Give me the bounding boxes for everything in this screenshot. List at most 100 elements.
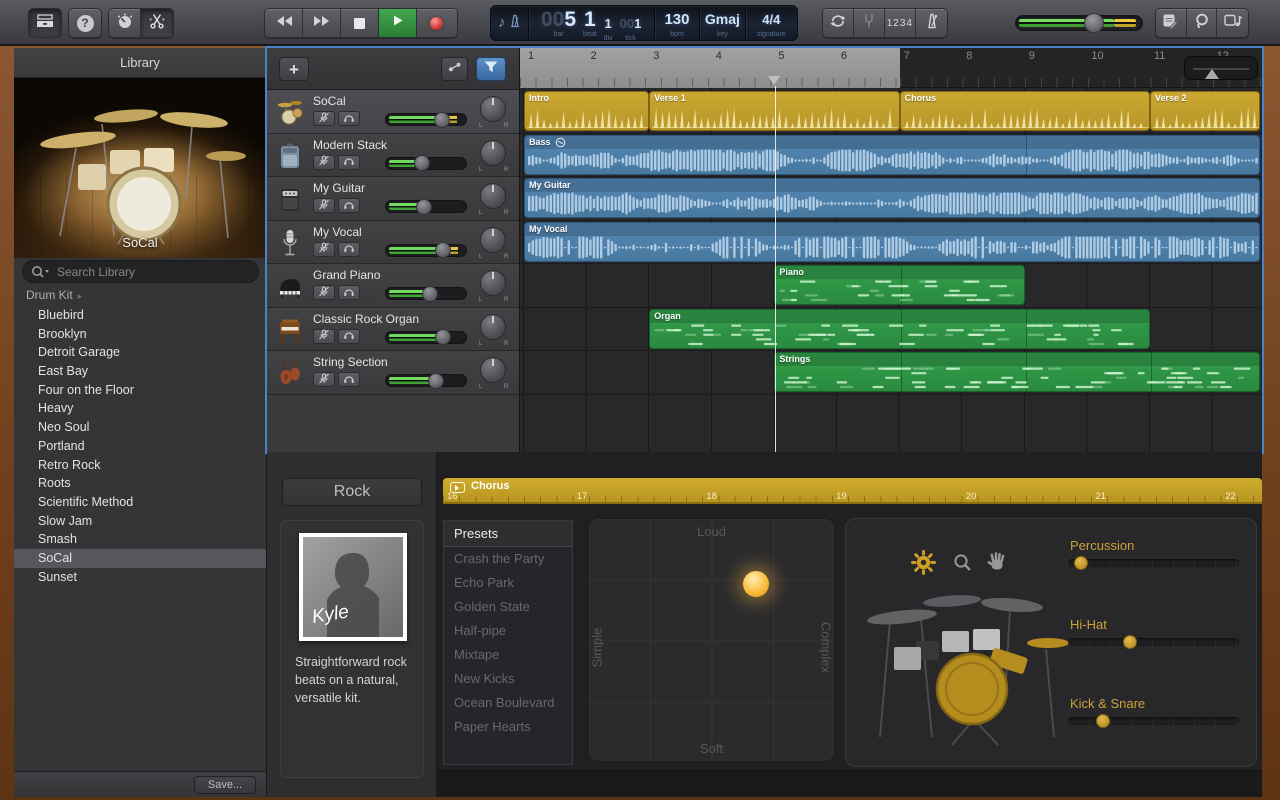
smart-controls-button[interactable]	[109, 9, 141, 37]
preset-item[interactable]: Mixtape	[444, 643, 572, 667]
region-my-vocal[interactable]: My Vocal	[524, 222, 1260, 262]
kit-slider[interactable]	[1068, 559, 1239, 567]
volume-knob[interactable]	[1084, 13, 1104, 33]
track-header-row[interactable]: SoCalLR	[267, 90, 519, 134]
solo-button[interactable]	[338, 242, 360, 257]
region-chorus[interactable]: Chorus	[900, 91, 1150, 131]
search-input[interactable]	[22, 260, 259, 283]
pan-knob[interactable]	[480, 140, 506, 166]
library-item[interactable]: Scientific Method	[14, 493, 266, 512]
time-ruler[interactable]: 123456789101112	[520, 48, 1262, 88]
pan-knob[interactable]	[480, 183, 506, 209]
preset-item[interactable]: Half-pipe	[444, 619, 572, 643]
drummer-card[interactable]: Kyle Straightforward rock beats on a nat…	[280, 520, 424, 778]
preset-item[interactable]: Crash the Party	[444, 547, 572, 571]
xy-puck[interactable]	[743, 571, 769, 597]
library-category[interactable]: Drum Kit▸	[26, 288, 82, 302]
library-item[interactable]: Retro Rock	[14, 456, 266, 475]
track-volume-slider[interactable]	[385, 374, 467, 387]
solo-button[interactable]	[338, 111, 360, 126]
region-my-guitar[interactable]: My Guitar	[524, 178, 1260, 218]
master-volume-slider[interactable]	[1015, 15, 1143, 31]
pan-knob[interactable]	[480, 227, 506, 253]
kit-slider-thumb[interactable]	[1123, 635, 1137, 649]
kit-slider[interactable]	[1068, 717, 1239, 725]
volume-slider-knob[interactable]	[435, 242, 451, 258]
volume-slider-knob[interactable]	[414, 155, 430, 171]
solo-button[interactable]	[338, 198, 360, 213]
stop-button[interactable]	[341, 9, 379, 37]
solo-button[interactable]	[338, 155, 360, 170]
forward-button[interactable]	[303, 9, 341, 37]
metronome-button[interactable]	[916, 9, 947, 37]
editors-button[interactable]	[141, 9, 173, 37]
track-header-row[interactable]: String SectionLR	[267, 351, 519, 395]
preset-item[interactable]: Ocean Boulevard	[444, 691, 572, 715]
editor-ruler[interactable]: Chorus 16171819202122	[443, 478, 1262, 504]
mute-button[interactable]	[313, 329, 335, 344]
lcd-display[interactable]: ♪ 005bar 1beat 1div 001tick 130 bpm Gmaj…	[490, 5, 798, 41]
library-item[interactable]: Brooklyn	[14, 325, 266, 344]
track-filter-button[interactable]	[476, 57, 506, 81]
track-header-row[interactable]: My GuitarLR	[267, 177, 519, 221]
track-header-row[interactable]: Modern StackLR	[267, 134, 519, 178]
track-volume-slider[interactable]	[385, 113, 467, 126]
hand-icon[interactable]	[985, 550, 1009, 579]
library-item[interactable]: Smash	[14, 530, 266, 549]
save-button[interactable]: Save...	[194, 776, 256, 794]
mute-button[interactable]	[313, 111, 335, 126]
pan-knob[interactable]	[480, 270, 506, 296]
preset-item[interactable]: Golden State	[444, 595, 572, 619]
automation-button[interactable]	[441, 57, 468, 81]
library-item[interactable]: Portland	[14, 437, 266, 456]
cycle-button[interactable]	[823, 9, 854, 37]
library-item[interactable]: Bluebird	[14, 306, 266, 325]
solo-button[interactable]	[338, 285, 360, 300]
pan-knob[interactable]	[480, 96, 506, 122]
mute-button[interactable]	[313, 372, 335, 387]
media-browser-button[interactable]	[1217, 9, 1248, 37]
rewind-button[interactable]	[265, 9, 303, 37]
add-track-button[interactable]: +	[279, 57, 309, 81]
track-volume-slider[interactable]	[385, 244, 467, 257]
magnifier-icon[interactable]	[952, 552, 974, 579]
genre-button[interactable]: Rock	[282, 478, 422, 506]
mute-button[interactable]	[313, 198, 335, 213]
kit-slider-thumb[interactable]	[1074, 556, 1088, 570]
preset-item[interactable]: Echo Park	[444, 571, 572, 595]
region-bass[interactable]: Bass	[524, 135, 1260, 175]
library-item[interactable]: Detroit Garage	[14, 343, 266, 362]
pan-knob[interactable]	[480, 314, 506, 340]
library-item[interactable]: SoCal	[14, 549, 266, 568]
library-item[interactable]: Heavy	[14, 399, 266, 418]
library-item[interactable]: Slow Jam	[14, 512, 266, 531]
kit-slider-thumb[interactable]	[1096, 714, 1110, 728]
play-button[interactable]	[379, 9, 417, 37]
track-volume-slider[interactable]	[385, 287, 467, 300]
track-volume-slider[interactable]	[385, 157, 467, 170]
drum-kit-illustration[interactable]	[858, 577, 1090, 753]
solo-button[interactable]	[338, 329, 360, 344]
kit-slider[interactable]	[1068, 638, 1239, 646]
track-header-row[interactable]: Grand PianoLR	[267, 264, 519, 308]
volume-slider-knob[interactable]	[435, 329, 451, 345]
library-toggle-button[interactable]	[28, 8, 62, 38]
library-item[interactable]: Sunset	[14, 568, 266, 587]
preset-item[interactable]: Paper Hearts	[444, 715, 572, 739]
count-in-button[interactable]: 1234	[885, 9, 917, 37]
volume-slider-knob[interactable]	[428, 373, 444, 389]
note-pad-button[interactable]	[1156, 9, 1187, 37]
xy-pad[interactable]: Loud Soft Simple Complex	[588, 518, 835, 762]
zoom-slider[interactable]	[1184, 56, 1258, 80]
track-volume-slider[interactable]	[385, 331, 467, 344]
tuner-button[interactable]	[854, 9, 885, 37]
mute-button[interactable]	[313, 285, 335, 300]
quick-help-button[interactable]: ?	[68, 8, 102, 38]
volume-slider-knob[interactable]	[434, 112, 450, 128]
solo-button[interactable]	[338, 372, 360, 387]
region-organ[interactable]: Organ	[649, 309, 1150, 349]
mute-button[interactable]	[313, 242, 335, 257]
mute-button[interactable]	[313, 155, 335, 170]
library-item[interactable]: Four on the Floor	[14, 381, 266, 400]
record-button[interactable]	[417, 9, 455, 37]
